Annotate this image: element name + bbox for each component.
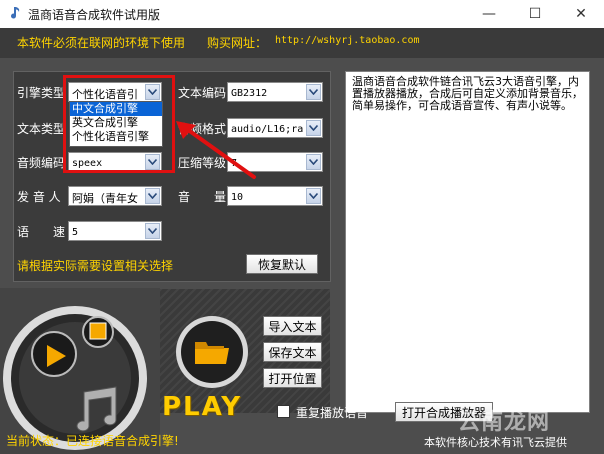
- title-bar: 温商语音合成软件试用版 — ☐ ✕: [0, 0, 604, 28]
- buy-url[interactable]: http://wshyrj.taobao.com: [275, 35, 420, 46]
- network-notice: 本软件必须在联网的环境下使用: [17, 36, 186, 50]
- repeat-checkbox[interactable]: [277, 405, 290, 418]
- text-encoding-label: 文本编码: [178, 86, 227, 100]
- repeat-checkbox-label: 重复播放语音: [296, 406, 369, 420]
- text-encoding-select[interactable]: GB2312: [227, 82, 323, 102]
- watermark-text: 云南龙网: [458, 410, 551, 435]
- speaker-select[interactable]: 阿娟（青年女: [68, 186, 162, 206]
- music-notes-icon: [76, 386, 117, 432]
- text-type-label: 文本类型: [17, 122, 66, 136]
- import-text-button[interactable]: 导入文本: [263, 316, 322, 336]
- buy-label: 购买网址：: [207, 36, 268, 50]
- play-logo-text: PLAY: [162, 392, 243, 422]
- speed-value: 5: [72, 227, 79, 238]
- chevron-down-icon[interactable]: [306, 188, 321, 204]
- save-text-button[interactable]: 保存文本: [263, 342, 322, 362]
- play-icon[interactable]: [44, 343, 68, 369]
- app-client-area: 本软件必须在联网的环境下使用 购买网址： http://wshyrj.taoba…: [0, 28, 604, 454]
- highlight-box: [63, 75, 175, 173]
- app-note-icon: [11, 7, 20, 19]
- open-location-button[interactable]: 打开位置: [263, 368, 322, 388]
- chevron-down-icon[interactable]: [306, 120, 321, 136]
- speaker-label: 发 音 人: [17, 190, 61, 204]
- reset-defaults-button[interactable]: 恢复默认: [246, 254, 318, 274]
- chevron-down-icon[interactable]: [306, 154, 321, 170]
- window-title: 温商语音合成软件试用版: [28, 8, 161, 22]
- chevron-down-icon[interactable]: [306, 84, 321, 100]
- stop-icon[interactable]: [89, 322, 107, 340]
- close-button[interactable]: ✕: [558, 0, 604, 28]
- speaker-value: 阿娟（青年女: [72, 192, 138, 205]
- maximize-button[interactable]: ☐: [512, 0, 558, 28]
- speed-label: 语 速: [17, 225, 66, 239]
- audio-encoding-label: 音频编码: [17, 156, 66, 170]
- minimize-button[interactable]: —: [466, 0, 512, 28]
- volume-value: 10: [231, 192, 244, 203]
- text-encoding-value: GB2312: [231, 88, 268, 99]
- chevron-down-icon[interactable]: [145, 223, 160, 239]
- status-text: 当前状态：已连接语音合成引擎!: [6, 434, 179, 448]
- engine-label: 引擎类型: [17, 86, 66, 100]
- speed-select[interactable]: 5: [68, 221, 162, 241]
- credits-text: 本软件核心技术有讯飞云提供: [424, 436, 567, 449]
- volume-label: 音 量: [178, 190, 227, 204]
- annotation-arrow-icon: [176, 121, 256, 179]
- notice-bar: 本软件必须在联网的环境下使用 购买网址： http://wshyrj.taoba…: [0, 28, 604, 58]
- settings-hint: 请根据实际需要设置相关选择: [17, 259, 174, 273]
- chevron-down-icon[interactable]: [145, 188, 160, 204]
- volume-select[interactable]: 10: [227, 186, 323, 206]
- folder-icon[interactable]: [194, 338, 230, 366]
- text-input-area[interactable]: 温商语音合成软件链合讯飞云3大语音引擎，内置播放器播放，合成后可自定义添加背景音…: [345, 71, 590, 413]
